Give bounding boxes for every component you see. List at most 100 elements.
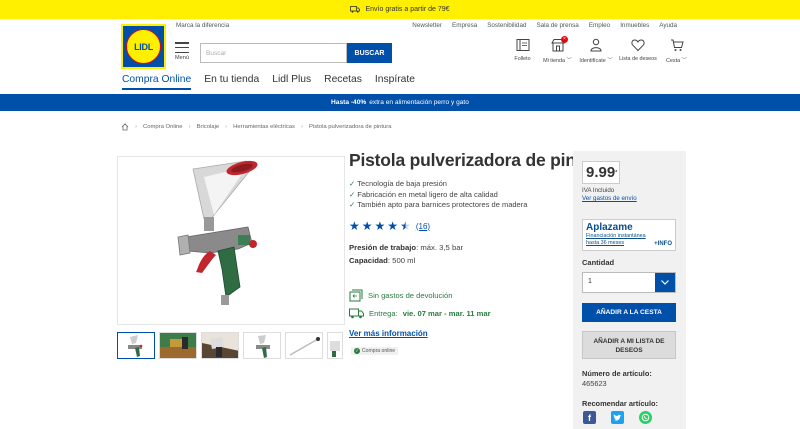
wishlist-button[interactable]: Lista de deseos (617, 38, 659, 64)
product-rating[interactable]: ★ ★ ★ ★ ★ (16) (349, 220, 430, 232)
feature-item: ✓ Tecnología de baja presión (349, 179, 527, 190)
wishlist-label: Lista de deseos (619, 56, 657, 62)
product-main-image[interactable] (117, 156, 345, 325)
free-returns-text: Sin gastos de devolución (368, 291, 453, 300)
folleto-label: Folleto (514, 56, 531, 62)
nav-inspirate[interactable]: Inspírate (375, 74, 415, 90)
search-input[interactable]: Buscar (200, 43, 347, 63)
breadcrumb-herramientas[interactable]: Herramientas eléctricas (233, 124, 295, 130)
quantity-select[interactable]: 1 (582, 272, 676, 293)
menu-label: Menú (175, 55, 189, 61)
utility-link-sala-de-prensa[interactable]: Sala de prensa (536, 22, 578, 29)
header-icons: Folleto × Mi tienda ﹀ Identifícate ﹀ Lis… (505, 36, 694, 64)
thumbnail-image (289, 337, 320, 356)
cesta-button[interactable]: Cesta ﹀ (659, 38, 694, 64)
folleto-button[interactable]: Folleto (505, 38, 540, 64)
user-icon (590, 38, 602, 52)
shipping-costs-link[interactable]: Ver gastos de envío (582, 195, 637, 202)
twitter-icon[interactable] (611, 411, 624, 424)
add-to-wishlist-button[interactable]: AÑADIR A MI LISTA DE DESEOS (582, 331, 676, 359)
chevron-down-icon[interactable] (655, 273, 675, 292)
shipping-promo-bar: Envío gratis a partir de 79€ (0, 0, 800, 19)
thumbnail-6[interactable] (327, 332, 343, 359)
thumbnail-image (202, 333, 238, 358)
mi-tienda-button[interactable]: × Mi tienda ﹀ (540, 36, 575, 64)
whatsapp-icon[interactable] (639, 411, 652, 424)
identificate-button[interactable]: Identifícate ﹀ (575, 38, 617, 64)
menu-button[interactable]: Menú (173, 42, 191, 61)
delivery-estimate: Entrega: vie. 07 mar - mar. 11 mar (349, 308, 491, 319)
feature-text: También apto para barnices protectores d… (357, 200, 528, 209)
main-nav: Compra Online En tu tienda Lidl Plus Rec… (122, 74, 415, 90)
utility-link-inmuebles[interactable]: Inmuebles (620, 22, 649, 29)
facebook-icon[interactable]: f (583, 411, 596, 424)
utility-link-newsletter[interactable]: Newsletter (412, 22, 442, 29)
breadcrumb-bricolaje[interactable]: Bricolaje (197, 124, 220, 130)
quantity-label: Cantidad (582, 258, 615, 267)
aplazame-financing[interactable]: Aplazame Financiación instantánea hasta … (582, 219, 676, 251)
check-icon: ✓ (349, 189, 356, 199)
spec-label: Presión de trabajo (349, 243, 417, 252)
share-buttons: f (583, 411, 652, 424)
more-info-link[interactable]: Ver más información (349, 329, 428, 338)
spec-capacity: Capacidad: 500 ml (349, 255, 463, 268)
nav-en-tu-tienda[interactable]: En tu tienda (204, 74, 259, 90)
delivery-truck-icon (349, 308, 364, 319)
return-box-icon (349, 289, 363, 302)
thumbnail-image (160, 333, 196, 358)
thumbnail-5[interactable] (285, 332, 323, 359)
thumbnail-4[interactable] (243, 332, 281, 359)
price-value: 9.99 (586, 164, 616, 181)
promo-discount: Hasta -40% (331, 99, 367, 106)
breadcrumb: › Compra Online › Bricolaje › Herramient… (121, 123, 392, 131)
free-returns: Sin gastos de devolución (349, 289, 452, 302)
breadcrumb-compra-online[interactable]: Compra Online (143, 124, 183, 130)
search-button[interactable]: BUSCAR (347, 43, 392, 63)
marca-la-diferencia-link[interactable]: Marca la diferencia (176, 22, 229, 29)
aplazame-info-link[interactable]: +INFO (654, 241, 672, 247)
thumbnail-strip (117, 332, 343, 359)
home-icon[interactable] (121, 123, 129, 131)
thumbnail-image (256, 335, 270, 358)
delivery-dates: vie. 07 mar - mar. 11 mar (402, 309, 491, 318)
thumbnail-image (330, 341, 340, 357)
lidl-logo-text: LIDL (126, 29, 161, 64)
truck-icon (350, 6, 361, 13)
heart-icon (631, 39, 645, 52)
add-to-cart-button[interactable]: AÑADIR A LA CESTA (582, 303, 676, 322)
price: 9.99* (582, 161, 620, 184)
cesta-label: Cesta (666, 58, 681, 64)
product-specs: Presión de trabajo: máx. 3,5 bar Capacid… (349, 242, 463, 267)
thumbnail-1[interactable] (117, 332, 155, 359)
shipping-promo-text[interactable]: Envío gratis a partir de 79€ (365, 6, 449, 13)
star-icon: ★ (361, 219, 373, 233)
utility-bar: Marca la diferencia Newsletter Empresa S… (0, 19, 800, 33)
thumbnail-2[interactable] (159, 332, 197, 359)
iva-included: IVA Incluido (582, 187, 615, 194)
nav-recetas[interactable]: Recetas (324, 74, 362, 90)
identificate-label: Identifícate (579, 58, 606, 64)
aplazame-text[interactable]: Financiación instantánea hasta 36 meses (586, 233, 652, 246)
breadcrumb-separator: › (135, 124, 137, 130)
promo-text: extra en alimentación perro y gato (369, 99, 469, 106)
rating-count-link[interactable]: (16) (416, 222, 430, 231)
utility-links: Newsletter Empresa Sostenibilidad Sala d… (412, 22, 677, 29)
price-footnote-mark: * (615, 170, 618, 176)
star-icon: ★ (387, 219, 399, 233)
article-number: 465623 (582, 379, 607, 388)
star-icon: ★ (374, 219, 386, 233)
breadcrumb-separator: › (188, 124, 191, 130)
lidl-logo[interactable]: LIDL (121, 24, 166, 69)
utility-link-empleo[interactable]: Empleo (589, 22, 610, 29)
nav-compra-online[interactable]: Compra Online (122, 74, 192, 90)
nav-lidl-plus[interactable]: Lidl Plus (272, 74, 311, 90)
aplazame-logo: Aplazame (586, 222, 633, 233)
utility-link-ayuda[interactable]: Ayuda (659, 22, 677, 29)
promo-banner[interactable]: Hasta -40% extra en alimentación perro y… (0, 94, 800, 111)
utility-link-sostenibilidad[interactable]: Sostenibilidad (487, 22, 526, 29)
check-icon: ✓ (349, 179, 356, 188)
check-icon: ✓ (354, 348, 360, 354)
utility-link-empresa[interactable]: Empresa (452, 22, 477, 29)
feature-item: ✓ Fabricación en metal ligero de alta cal… (349, 190, 527, 201)
thumbnail-3[interactable] (201, 332, 239, 359)
